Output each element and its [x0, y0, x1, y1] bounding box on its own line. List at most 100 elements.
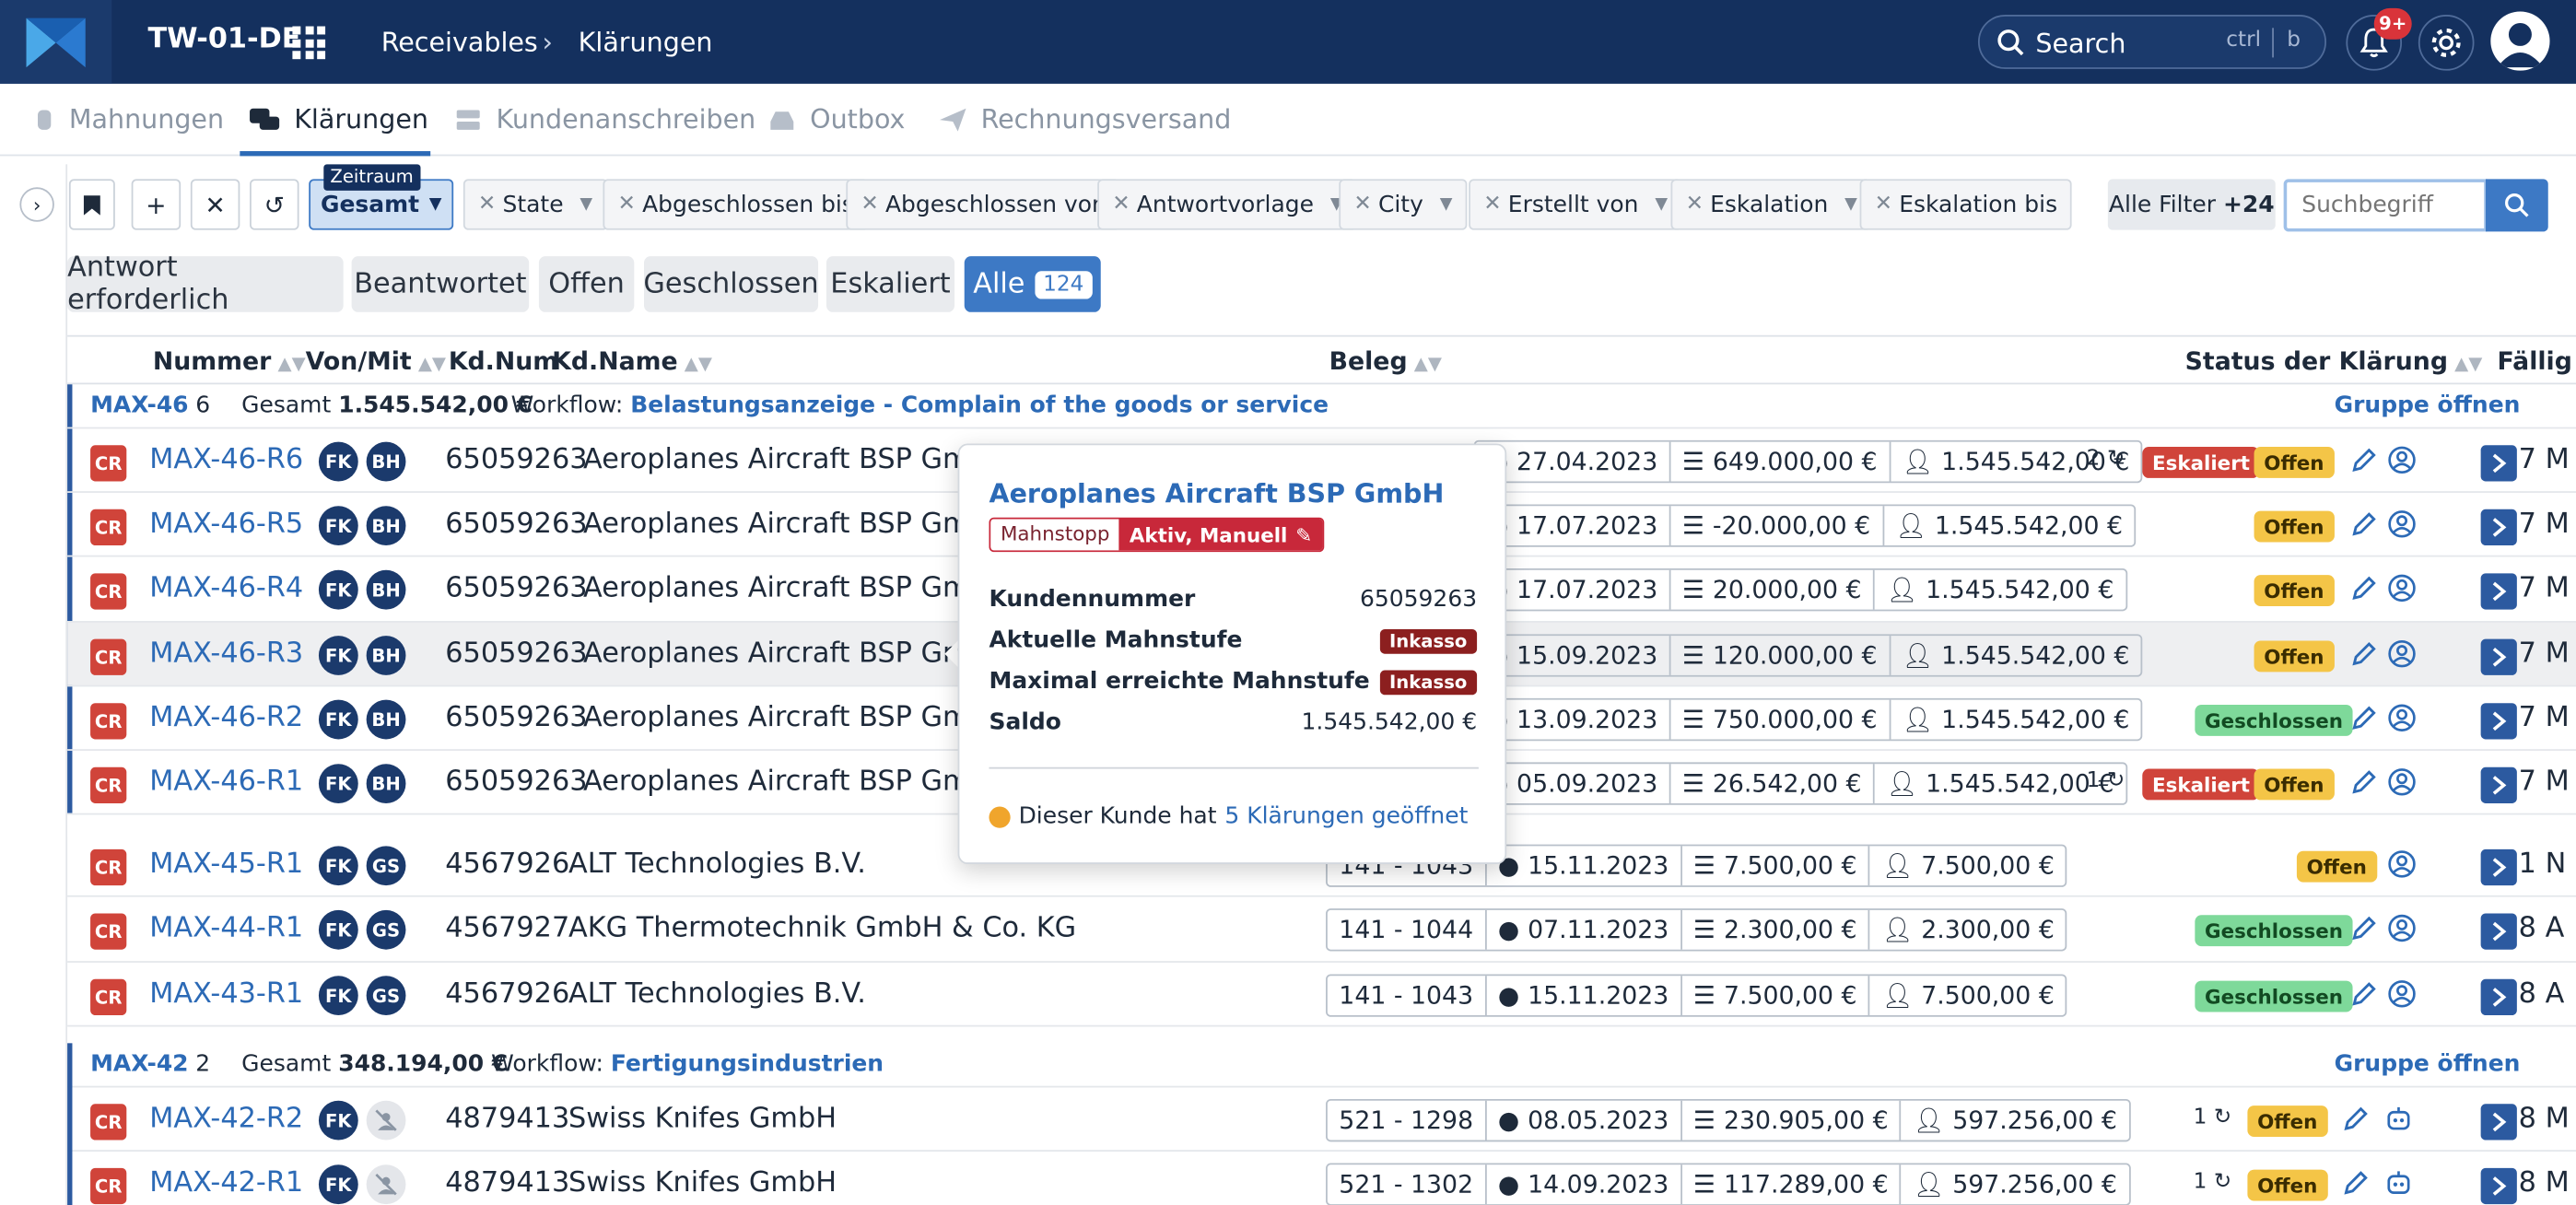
status-tab-antwort-erforderlich[interactable]: Antwort erforderlich [67, 252, 344, 317]
beleg-info[interactable]: 141 - 1043 ● 15.11.2023 ☰ 7.500,00 € 👤︎ 7.500,… [1326, 974, 2068, 1017]
group-id[interactable]: MAX-42 [90, 1051, 188, 1078]
kunden-name[interactable]: ALT Technologies B.V. [568, 977, 866, 1011]
search-input[interactable] [2283, 179, 2488, 232]
avatar-mit[interactable]: BH [366, 699, 406, 740]
avatar-mit[interactable]: GS [366, 846, 406, 886]
row-number-link[interactable]: MAX-43-R1 [149, 977, 303, 1011]
close-icon[interactable]: ✕ [1686, 193, 1704, 217]
avatar-von[interactable]: FK [318, 569, 358, 610]
status-tab-beantwortet[interactable]: Beantwortet [351, 256, 530, 312]
user-circle-icon[interactable] [2387, 703, 2420, 736]
tab-kundenanschreiben[interactable]: Kundenanschreiben [453, 103, 755, 135]
user-circle-icon[interactable] [2387, 913, 2420, 946]
filter-chip-state[interactable]: ✕ State ▼ [463, 179, 608, 230]
avatar-von[interactable]: FK [318, 764, 358, 803]
add-filter-button[interactable]: + [131, 179, 181, 230]
col-kdnum[interactable]: Kd.Num [449, 346, 558, 376]
filter-chip-eskalation-bis[interactable]: ✕ Eskalation bis [1859, 179, 2073, 230]
row-number-link[interactable]: MAX-46-R6 [149, 443, 303, 476]
close-icon[interactable]: ✕ [478, 193, 496, 217]
avatar-mit[interactable]: BH [366, 764, 406, 803]
row-number-link[interactable]: MAX-46-R5 [149, 508, 303, 541]
kunden-name[interactable]: Aeroplanes Aircraft BSP GmbH [583, 766, 1009, 799]
kunden-name[interactable]: ALT Technologies B.V. [568, 848, 866, 881]
avatar-mit[interactable]: GS [366, 909, 406, 950]
open-row-button[interactable] [2480, 766, 2517, 803]
tab-rechnungsversand[interactable]: Rechnungsversand [938, 103, 1231, 135]
kunden-name[interactable]: AKG Thermotechnik GmbH & Co. KG [568, 912, 1076, 945]
close-icon[interactable]: ✕ [1353, 193, 1371, 217]
kunden-name[interactable]: Aeroplanes Aircraft BSP GmbH [583, 508, 1009, 541]
col-kdname[interactable]: Kd.Name ▲▼ [552, 346, 712, 376]
beleg-info[interactable]: 141 - 1044 ● 07.11.2023 ☰ 2.300,00 € 👤︎ 2.300,… [1326, 908, 2068, 952]
user-circle-icon[interactable] [2387, 767, 2420, 801]
user-circle-icon[interactable] [2387, 639, 2420, 673]
pencil-icon[interactable] [2349, 573, 2383, 606]
global-search[interactable]: Search ctrl b [1977, 15, 2327, 69]
close-icon[interactable]: ✕ [1483, 193, 1501, 217]
close-icon[interactable]: ✕ [1112, 193, 1130, 217]
close-icon[interactable]: ✕ [861, 193, 878, 217]
open-row-button[interactable] [2480, 638, 2517, 675]
row-number-link[interactable]: MAX-46-R4 [149, 572, 303, 605]
close-icon[interactable]: ✕ [1875, 193, 1892, 217]
pencil-icon[interactable] [2349, 913, 2383, 946]
open-klaerungen-link[interactable]: 5 Klärungen geöffnet [1224, 803, 1468, 830]
beleg-info[interactable]: ●27.04.2023☰649.000,00 €👤︎1.545.542,00 € [1473, 439, 2143, 484]
user-avatar[interactable] [2490, 11, 2550, 71]
popover-title[interactable]: Aeroplanes Aircraft BSP GmbH [989, 478, 1444, 509]
bookmark-button[interactable] [68, 179, 115, 230]
status-tab-eskaliert[interactable]: Eskaliert [825, 256, 955, 312]
avatar-von[interactable]: FK [318, 699, 358, 740]
row-number-link[interactable]: MAX-46-R2 [149, 701, 303, 734]
pencil-icon[interactable]: ✎ [1295, 523, 1312, 546]
user-circle-icon[interactable] [2387, 979, 2420, 1012]
beleg-info[interactable]: ●17.07.2023☰-20.000,00 €👤︎1.545.542,00 € [1473, 504, 2137, 547]
settings-button[interactable] [2418, 15, 2475, 71]
avatar-von[interactable]: FK [318, 976, 358, 1016]
user-circle-icon[interactable] [2387, 445, 2420, 478]
avatar-mit[interactable]: BH [366, 506, 406, 546]
beleg-info[interactable]: ●15.09.2023☰120.000,00 €👤︎1.545.542,00 € [1473, 634, 2143, 677]
search-submit-button[interactable] [2485, 179, 2548, 232]
expand-sidebar-button[interactable]: › [19, 187, 54, 222]
avatar-mit[interactable]: BH [366, 441, 406, 482]
kunden-name[interactable]: Aeroplanes Aircraft BSP GmbH [583, 443, 1009, 476]
filter-chip-abgeschlossen-von[interactable]: ✕ Abgeschlossen von [846, 179, 1121, 230]
row-number-link[interactable]: MAX-46-R3 [149, 638, 303, 671]
avatar-von[interactable]: FK [318, 441, 358, 482]
group-open-link[interactable]: Gruppe öffnen [2335, 392, 2521, 419]
avatar-von[interactable]: FK [318, 846, 358, 886]
reset-filters-button[interactable]: ↺ [250, 179, 299, 230]
open-row-button[interactable] [2480, 573, 2517, 610]
mahnstopp-badge[interactable]: Mahnstopp Aktiv, Manuell ✎ [989, 517, 1324, 553]
open-row-button[interactable] [2480, 913, 2517, 950]
filter-chip-antwortvorlage[interactable]: ✕ Antwortvorlage ▼ [1097, 179, 1358, 230]
breadcrumb-receivables[interactable]: Receivables [381, 27, 538, 58]
app-grid-icon[interactable] [292, 26, 326, 60]
open-row-button[interactable] [2480, 848, 2517, 886]
row-number-link[interactable]: MAX-45-R1 [149, 848, 303, 881]
row-number-link[interactable]: MAX-46-R1 [149, 766, 303, 799]
open-row-button[interactable] [2480, 445, 2517, 482]
user-circle-icon[interactable] [2387, 849, 2420, 883]
app-logo[interactable] [0, 0, 112, 84]
status-tab-offen[interactable]: Offen [538, 256, 635, 312]
beleg-info[interactable]: ●13.09.2023☰750.000,00 €👤︎1.545.542,00 € [1473, 697, 2143, 742]
status-tab-geschlossen[interactable]: Geschlossen [643, 256, 819, 312]
open-row-button[interactable] [2480, 703, 2517, 740]
status-tab-alle[interactable]: Alle 124 [964, 256, 1101, 312]
tab-outbox[interactable]: Outbox [767, 103, 905, 135]
avatar-von[interactable]: FK [318, 636, 358, 675]
open-row-button[interactable] [2480, 509, 2517, 546]
clear-filters-button[interactable]: ✕ [190, 179, 240, 230]
group-open-link[interactable]: Gruppe öffnen [2335, 1051, 2521, 1078]
col-nummer[interactable]: Nummer ▲▼ [153, 346, 306, 376]
avatar-mit[interactable]: BH [366, 636, 406, 675]
beleg-info[interactable]: ●05.09.2023☰26.542,00 €👤︎1.545.542,00 € [1473, 762, 2127, 805]
table-row[interactable]: CR MAX-43-R1 FK GS 4567926 ALT Technologies B… [67, 961, 2576, 1025]
user-circle-icon[interactable] [2387, 509, 2420, 543]
avatar-von[interactable]: FK [318, 909, 358, 950]
kunden-name[interactable]: Aeroplanes Aircraft BSP GmbH [583, 701, 1009, 734]
pencil-icon[interactable] [2349, 509, 2383, 543]
